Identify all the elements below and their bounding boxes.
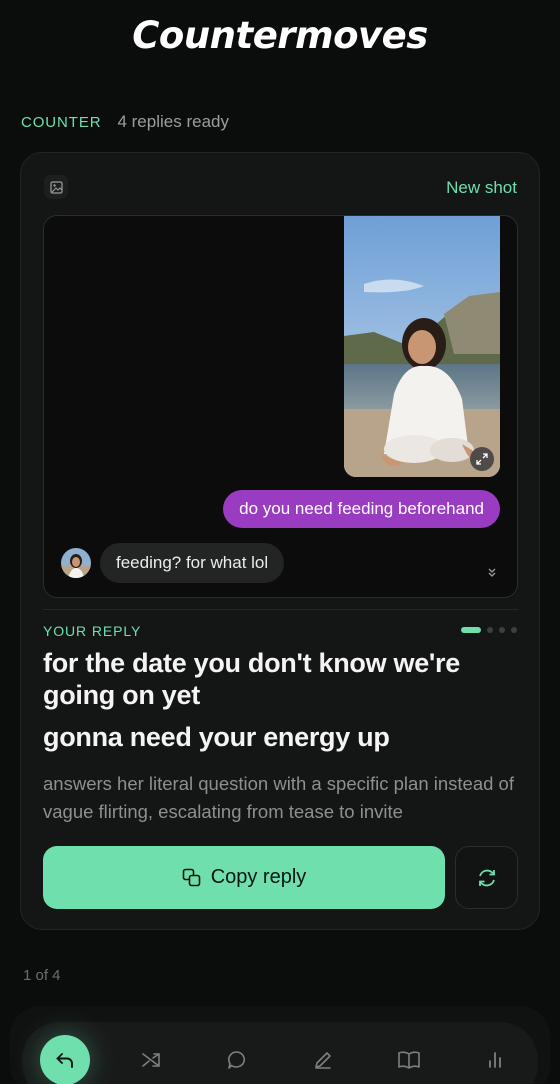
copy-reply-button[interactable]: Copy reply	[43, 846, 445, 909]
chevron-double-down-icon[interactable]	[487, 565, 497, 583]
shuffle-icon	[142, 1053, 160, 1067]
bar-chart-icon	[489, 1052, 501, 1068]
pager-dot[interactable]	[487, 627, 493, 633]
pager-dot[interactable]	[511, 627, 517, 633]
expand-icon[interactable]	[470, 447, 494, 471]
image-icon[interactable]	[44, 175, 68, 199]
received-message-bubble: feeding? for what lol	[100, 543, 285, 583]
nav-library-button[interactable]	[384, 1035, 434, 1084]
reply-line-2: gonna need your energy up	[43, 722, 390, 752]
meta-row: COUNTER 4 replies ready	[21, 112, 229, 132]
bottom-nav	[22, 1022, 538, 1084]
pager-dot[interactable]	[499, 627, 505, 633]
reply-line-1: for the date you don't know we're going …	[43, 648, 460, 710]
app-title: Countermoves	[132, 14, 428, 57]
nav-stats-button[interactable]	[470, 1035, 520, 1084]
nav-shuffle-button[interactable]	[126, 1035, 176, 1084]
chat-bubble-icon	[227, 1051, 246, 1069]
refresh-icon	[478, 869, 495, 886]
counter-label: COUNTER	[21, 113, 102, 131]
your-reply-label: YOUR REPLY	[43, 623, 142, 639]
book-icon	[398, 1051, 420, 1069]
regenerate-button[interactable]	[455, 846, 518, 909]
reply-text: for the date you don't know we're going …	[43, 647, 523, 753]
pager-dot[interactable]	[461, 627, 481, 633]
page-indicator: 1 of 4	[23, 967, 61, 984]
contact-avatar	[61, 548, 91, 578]
received-message-row: feeding? for what lol	[61, 543, 285, 583]
shared-photo[interactable]	[344, 216, 500, 477]
nav-chat-button[interactable]	[212, 1035, 262, 1084]
copy-icon	[182, 868, 201, 887]
divider	[43, 609, 518, 610]
copy-reply-label: Copy reply	[210, 866, 307, 888]
reply-pager-dots[interactable]	[461, 627, 517, 633]
replies-ready-status: 4 replies ready	[117, 112, 229, 131]
reply-explanation: answers her literal question with a spec…	[43, 773, 514, 822]
reply-icon	[56, 1053, 73, 1068]
nav-reply-button[interactable]	[40, 1035, 90, 1084]
new-shot-button[interactable]: New shot	[446, 178, 517, 198]
reply-card: New shot do you need feeding beforehand …	[20, 152, 540, 930]
chat-screenshot: do you need feeding beforehand feeding? …	[43, 215, 518, 598]
pencil-icon	[315, 1052, 331, 1069]
nav-write-button[interactable]	[298, 1035, 348, 1084]
sent-message-bubble: do you need feeding beforehand	[223, 490, 500, 528]
